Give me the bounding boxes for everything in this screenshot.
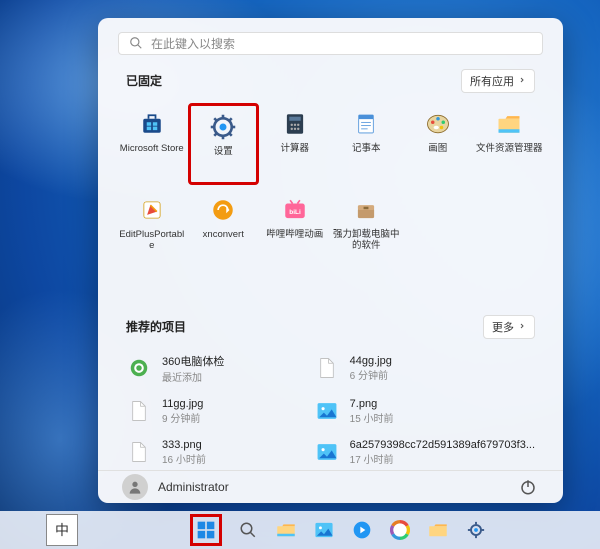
settings-icon xyxy=(208,112,238,142)
image-icon xyxy=(314,439,340,465)
power-button[interactable] xyxy=(517,476,539,498)
app-label: Microsoft Store xyxy=(120,143,184,154)
ime-label: 中 xyxy=(55,520,69,540)
recommended-item[interactable]: 7.png15 小时前 xyxy=(314,394,535,429)
reco-name: 333.png xyxy=(162,439,206,451)
reco-name: 11gg.jpg xyxy=(162,398,203,410)
reco-meta: 17 小时前 xyxy=(350,451,535,466)
recommended-item[interactable]: 360电脑体检最近添加 xyxy=(126,349,304,388)
reco-name: 360电脑体检 xyxy=(162,353,224,369)
chevron-right-icon xyxy=(518,321,526,333)
start-menu-footer: Administrator xyxy=(98,470,563,503)
recommended-title: 推荐的项目 xyxy=(126,318,186,335)
taskbar-explorer-button[interactable] xyxy=(274,518,298,542)
circle-blue-icon xyxy=(352,520,372,540)
all-apps-label: 所有应用 xyxy=(470,73,514,89)
taskbar: 中 xyxy=(0,511,600,549)
recommended-item[interactable]: 6a2579398cc72d591389af679703f3...17 小时前 xyxy=(314,435,535,470)
avatar-icon xyxy=(122,474,148,500)
uninstall-icon xyxy=(351,195,381,225)
reco-name: 7.png xyxy=(350,398,394,410)
search-placeholder: 在此键入以搜索 xyxy=(151,35,235,52)
file-icon xyxy=(126,439,152,465)
app-label: 哔哩哔哩动画 xyxy=(266,229,323,240)
taskbar-start-button[interactable] xyxy=(190,514,222,546)
pinned-title: 已固定 xyxy=(126,72,162,89)
start-icon xyxy=(196,520,216,540)
pinned-app-notepad[interactable]: 记事本 xyxy=(331,103,403,179)
taskbar-search-button[interactable] xyxy=(236,518,260,542)
search-icon xyxy=(129,36,143,50)
photos-tb-icon xyxy=(314,521,334,539)
reco-meta: 9 分钟前 xyxy=(162,410,203,425)
ime-indicator[interactable]: 中 xyxy=(46,514,78,546)
reco-meta: 15 小时前 xyxy=(350,410,394,425)
app-label: 画图 xyxy=(428,143,447,154)
username-label: Administrator xyxy=(158,480,229,494)
folder-icon xyxy=(428,521,448,539)
search-tb-icon xyxy=(239,521,257,539)
editplus-icon xyxy=(137,195,167,225)
notepad-icon xyxy=(351,109,381,139)
reco-meta: 最近添加 xyxy=(162,369,224,384)
app-label: xnconvert xyxy=(203,229,244,240)
gear-icon xyxy=(466,520,486,540)
circle-rainbow-icon xyxy=(390,520,410,540)
taskbar-settings-button[interactable] xyxy=(464,518,488,542)
recommended-section-header: 推荐的项目 更多 xyxy=(126,315,535,339)
file-icon xyxy=(314,355,340,381)
taskbar-photos-button[interactable] xyxy=(312,518,336,542)
reco-meta: 6 分钟前 xyxy=(350,367,392,382)
pinned-app-bilibili[interactable]: biLi 哔哩哔哩动画 xyxy=(259,189,331,265)
taskbar-center-icons xyxy=(190,514,488,546)
pinned-app-settings[interactable]: 设置 xyxy=(188,103,260,185)
desktop-wallpaper: 在此键入以搜索 已固定 所有应用 Microsoft Store xyxy=(0,0,600,549)
xnconvert-icon xyxy=(208,195,238,225)
360-icon xyxy=(126,355,152,381)
recommended-grid: 360电脑体检最近添加 44gg.jpg6 分钟前 11gg.jpg9 分钟前 … xyxy=(126,349,535,470)
pinned-app-uninstall[interactable]: 强力卸载电脑中的软件 xyxy=(331,189,403,265)
user-account-button[interactable]: Administrator xyxy=(122,474,229,500)
store-icon xyxy=(137,109,167,139)
start-menu-panel: 在此键入以搜索 已固定 所有应用 Microsoft Store xyxy=(98,18,563,503)
reco-name: 6a2579398cc72d591389af679703f3... xyxy=(350,439,535,451)
app-label: 设置 xyxy=(214,146,233,157)
pinned-app-explorer[interactable]: 文件资源管理器 xyxy=(474,103,546,179)
reco-meta: 16 小时前 xyxy=(162,451,206,466)
pinned-section-header: 已固定 所有应用 xyxy=(126,69,535,93)
pinned-app-xnconvert[interactable]: xnconvert xyxy=(188,189,260,265)
taskbar-folder-button[interactable] xyxy=(426,518,450,542)
explorer-icon xyxy=(494,109,524,139)
chevron-right-icon xyxy=(518,75,526,87)
calculator-icon xyxy=(280,109,310,139)
recommended-item[interactable]: 11gg.jpg9 分钟前 xyxy=(126,394,304,429)
bilibili-icon: biLi xyxy=(280,195,310,225)
recommended-item[interactable]: 333.png16 小时前 xyxy=(126,435,304,470)
explorer-tb-icon xyxy=(276,521,296,539)
taskbar-app-blue[interactable] xyxy=(350,518,374,542)
all-apps-button[interactable]: 所有应用 xyxy=(461,69,535,93)
app-label: EditPlusPortable xyxy=(118,229,186,252)
paint-icon xyxy=(423,109,453,139)
pinned-app-paint[interactable]: 画图 xyxy=(402,103,474,179)
more-label: 更多 xyxy=(492,319,514,335)
taskbar-app-rainbow[interactable] xyxy=(388,518,412,542)
pinned-app-editplus[interactable]: EditPlusPortable xyxy=(116,189,188,265)
app-label: 强力卸载电脑中的软件 xyxy=(332,229,400,252)
recommended-item[interactable]: 44gg.jpg6 分钟前 xyxy=(314,349,535,388)
app-label: 计算器 xyxy=(280,143,309,154)
image-icon xyxy=(314,398,340,424)
file-icon xyxy=(126,398,152,424)
more-button[interactable]: 更多 xyxy=(483,315,535,339)
app-label: 文件资源管理器 xyxy=(476,143,543,154)
app-label: 记事本 xyxy=(352,143,381,154)
pinned-app-calculator[interactable]: 计算器 xyxy=(259,103,331,179)
search-input[interactable]: 在此键入以搜索 xyxy=(118,32,543,55)
pinned-app-microsoft-store[interactable]: Microsoft Store xyxy=(116,103,188,179)
reco-name: 44gg.jpg xyxy=(350,355,392,367)
pinned-grid: Microsoft Store 设置 计算器 记事本 xyxy=(116,103,545,265)
svg-text:biLi: biLi xyxy=(289,209,301,216)
